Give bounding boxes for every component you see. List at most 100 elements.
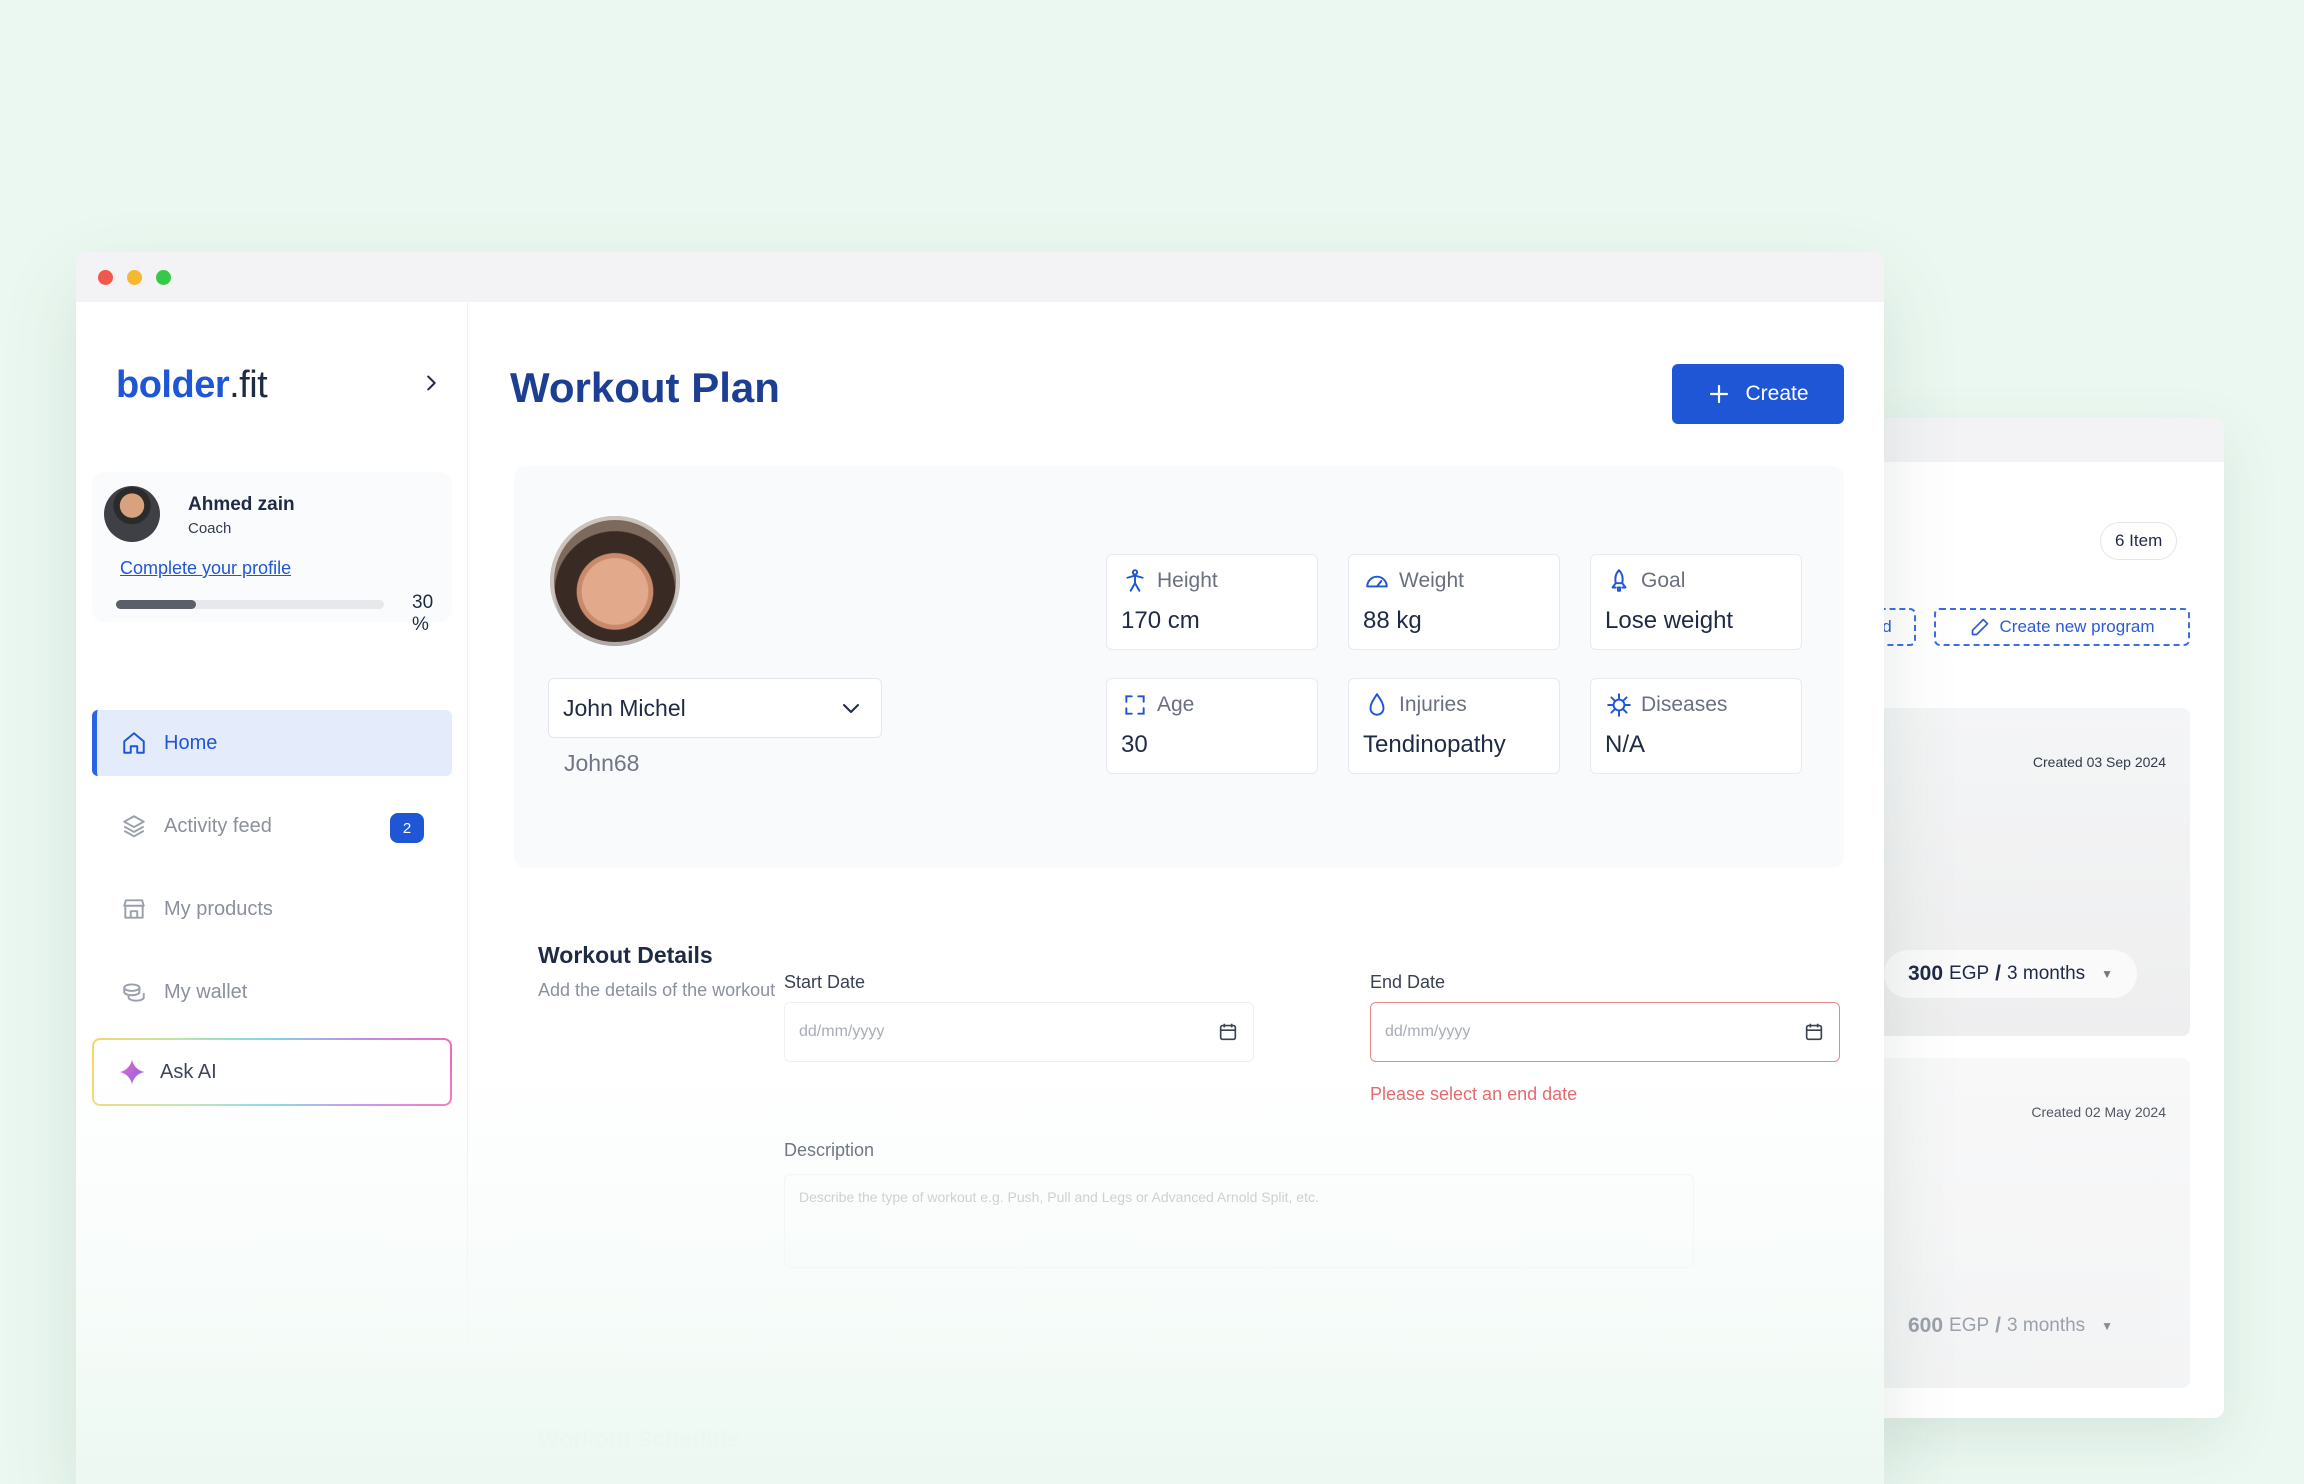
end-date-input[interactable]: dd/mm/yyyy [1370,1002,1840,1062]
program-price-currency: EGP [1949,1315,1990,1336]
create-button[interactable]: Create [1672,364,1844,424]
caret-down-icon: ▼ [2101,1319,2114,1333]
stat-label: Weight [1399,569,1464,592]
minimize-window-button[interactable] [127,269,142,285]
stat-card-diseases: Diseases N/A [1590,678,1802,774]
stat-card-goal: Goal Lose weight [1590,554,1802,650]
layers-icon [120,812,148,840]
program-price-separator: / [1995,962,2002,985]
program-created-date: Created 03 Sep 2024 [2032,754,2166,770]
stat-card-age: Age 30 [1106,678,1318,774]
stat-value: 170 cm [1121,607,1200,634]
client-select-value: John Michel [563,694,686,721]
workout-schedule-title: Workout Schedule [538,1426,740,1452]
person-icon [1121,567,1149,595]
stat-card-weight: Weight 88 kg [1348,554,1560,650]
description-textarea[interactable]: Describe the type of workout e.g. Push, … [784,1174,1694,1268]
main-content: Workout Plan Create John Michel John68 H… [468,302,1884,1484]
sidebar-toggle-button[interactable] [416,368,446,398]
stat-label: Diseases [1641,693,1728,716]
virus-icon [1605,691,1633,719]
program-price-value: 600 [1908,1314,1944,1337]
stat-card-injuries: Injuries Tendinopathy [1348,678,1560,774]
client-username: John68 [564,750,640,776]
gauge-icon [1363,567,1391,595]
profile-progress-fill [116,600,197,609]
stat-value: 88 kg [1363,607,1422,634]
stat-card-height: Height 170 cm [1106,554,1318,650]
end-date-label: End Date [1370,972,1446,992]
window-titlebar [76,252,1884,302]
program-price-selector[interactable]: 600 EGP / 3 months ▼ [1884,1302,2137,1350]
create-new-program-label: Create new program [1999,617,2155,636]
section-title: Workout Details [538,942,713,968]
rocket-icon [1605,567,1633,595]
avatar[interactable] [104,486,160,542]
sparkle-icon [119,1059,145,1085]
complete-profile-link[interactable]: Complete your profile [120,558,291,579]
sidebar-item-my-wallet[interactable]: My wallet [92,959,452,1025]
client-photo [550,516,680,646]
caret-down-icon: ▼ [2101,967,2114,981]
maximize-window-button[interactable] [156,269,171,285]
end-date-placeholder: dd/mm/yyyy [1385,1023,1471,1040]
end-date-error: Please select an end date [1370,1084,1578,1104]
chevron-right-icon [427,375,436,391]
sidebar-item-my-products[interactable]: My products [92,876,452,942]
frame-icon [1121,691,1149,719]
profile-card: Ahmed zain Coach Complete your profile 3… [92,472,452,635]
store-icon [120,895,148,923]
app-window: bolder.fit Ahmed zain Coach Complete you… [76,252,1884,1484]
program-duration: 3 months [2007,1315,2086,1336]
sidebar-item-home[interactable]: Home [92,710,452,776]
program-price-currency: EGP [1949,963,1990,984]
client-select[interactable]: John Michel [548,678,882,738]
program-price-separator: / [1995,1314,2002,1337]
stat-value: Tendinopathy [1363,731,1506,758]
profile-progress-bar [116,600,384,609]
pencil-icon [1971,618,1988,636]
stat-value: 30 [1121,731,1148,758]
stat-label: Age [1157,693,1195,716]
activity-feed-badge: 2 [390,813,424,843]
start-date-placeholder: dd/mm/yyyy [799,1023,885,1040]
client-panel: John Michel John68 Height 170 cm Weight … [514,466,1844,868]
stat-label: Injuries [1399,693,1467,716]
background-window-titlebar [1860,418,2224,462]
sidebar-item-label: My products [164,897,273,920]
description-label: Description [784,1140,875,1160]
chevron-down-icon [843,704,859,713]
logo-bold-text: bolder [116,364,230,406]
wallet-icon [120,978,148,1006]
plus-icon [1710,384,1729,404]
program-created-date: Created 02 May 2024 [2031,1104,2166,1120]
program-duration: 3 months [2007,963,2086,984]
app-logo[interactable]: bolder.fit [116,364,268,407]
stat-label: Goal [1641,569,1686,592]
sidebar-item-activity-feed[interactable]: Activity feed 2 [92,793,452,859]
items-count-pill: 6 Item [2100,522,2178,560]
program-price-selector[interactable]: 300 EGP / 3 months ▼ [1884,950,2138,998]
create-button-label: Create [1745,382,1809,405]
profile-role: Coach [188,520,232,537]
page-title: Workout Plan [510,364,780,411]
create-new-program-button[interactable]: Create new program [1934,608,2190,646]
ask-ai-label: Ask AI [160,1060,217,1083]
home-icon [120,729,148,757]
sidebar-item-label: Home [164,731,218,754]
background-window: 6 Item d Create new program Created 03 S… [1860,418,2224,1418]
program-price-value: 300 [1908,962,1944,985]
calendar-icon[interactable] [1803,1021,1825,1043]
section-subtitle: Add the details of the workout [538,980,776,1000]
drop-icon [1363,691,1391,719]
start-date-input[interactable]: dd/mm/yyyy [784,1002,1254,1062]
program-card[interactable]: Created 02 May 2024 600 EGP / 3 months ▼ [1860,1058,2190,1388]
sidebar-item-label: Activity feed [164,814,272,837]
ask-ai-button[interactable]: Ask AI [92,1038,452,1106]
sidebar: bolder.fit Ahmed zain Coach Complete you… [76,302,468,1484]
calendar-icon[interactable] [1217,1021,1239,1043]
logo-suffix-text: .fit [229,364,268,406]
description-placeholder: Describe the type of workout e.g. Push, … [799,1189,1319,1205]
program-card[interactable]: Created 03 Sep 2024 300 EGP / 3 months ▼ [1860,708,2190,1036]
close-window-button[interactable] [98,269,113,285]
